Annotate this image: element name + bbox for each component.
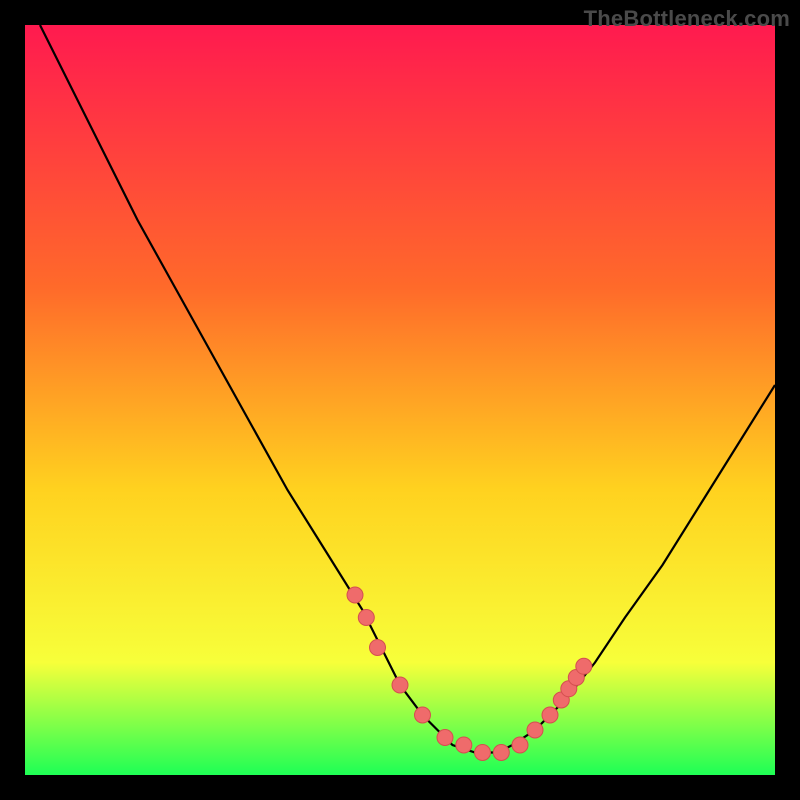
watermark-text: TheBottleneck.com: [584, 6, 790, 32]
chart-frame: TheBottleneck.com: [0, 0, 800, 800]
marker-point: [576, 658, 592, 674]
marker-point: [542, 707, 558, 723]
marker-point: [456, 737, 472, 753]
gradient-background: [25, 25, 775, 775]
marker-point: [358, 610, 374, 626]
marker-point: [475, 745, 491, 761]
marker-point: [415, 707, 431, 723]
marker-point: [437, 730, 453, 746]
marker-point: [370, 640, 386, 656]
marker-point: [347, 587, 363, 603]
marker-point: [512, 737, 528, 753]
marker-point: [493, 745, 509, 761]
marker-point: [527, 722, 543, 738]
plot-area: [25, 25, 775, 775]
marker-point: [392, 677, 408, 693]
chart-svg: [25, 25, 775, 775]
